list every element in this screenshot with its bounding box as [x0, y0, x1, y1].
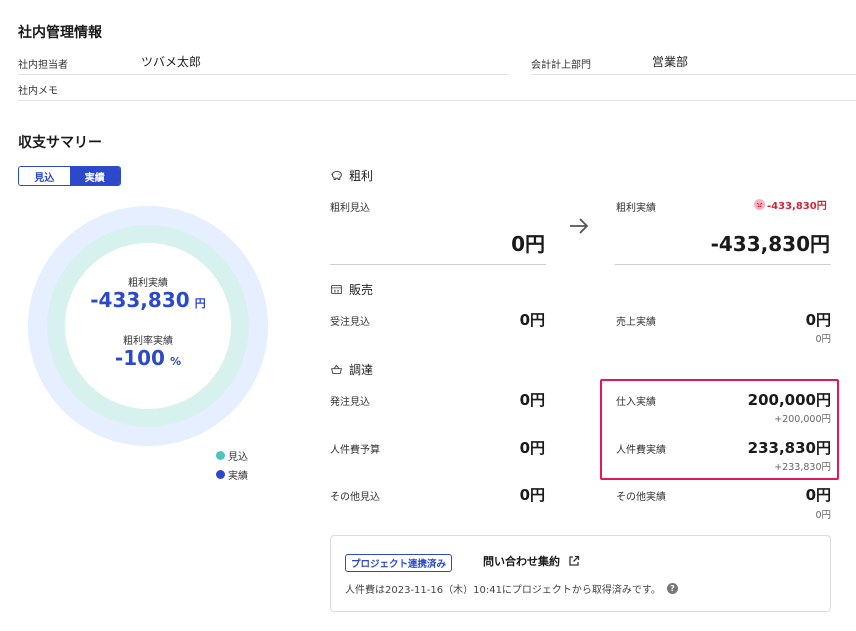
memo-divider	[18, 100, 856, 101]
alert-face-icon	[754, 199, 765, 210]
dept-label: 会計計上部門	[531, 60, 591, 71]
legend-forecast-swatch	[216, 451, 225, 460]
other-actual-value: 0円	[805, 486, 831, 504]
inquiry-aggregation-link[interactable]: 問い合わせ集約	[483, 553, 580, 569]
gross-section-heading: 粗利	[330, 167, 373, 184]
gross-alert-badge: -433,830円	[754, 197, 827, 212]
basket-icon	[331, 364, 342, 375]
external-link-icon	[569, 555, 580, 566]
summary-title: 収支サマリー	[18, 135, 102, 151]
memo-label: 社内メモ	[18, 86, 58, 97]
register-icon	[331, 284, 342, 295]
legend-actual-label: 実績	[228, 471, 248, 482]
gross-actual-label: 粗利実績	[616, 203, 656, 214]
sales-actual-diff: 0円	[815, 334, 831, 345]
dept-value[interactable]: 営業部	[652, 53, 688, 70]
purchase-actual-diff: +200,000円	[774, 414, 831, 425]
gross-profit-donut-chart	[28, 206, 268, 446]
toggle-actual-button[interactable]: 実績	[69, 167, 120, 185]
donut-profit-unit: 円	[194, 297, 206, 310]
gross-forecast-divider	[330, 264, 546, 265]
procurement-section-heading: 調達	[330, 361, 373, 378]
person-value[interactable]: ツバメ太郎	[141, 53, 201, 70]
help-icon[interactable]: ?	[666, 583, 678, 594]
order-forecast-label: 受注見込	[330, 317, 370, 328]
actual-ring	[28, 206, 268, 446]
legend-actual-swatch	[216, 470, 225, 479]
gross-alert-value: -433,830円	[767, 201, 827, 212]
sales-section-heading: 販売	[330, 281, 373, 298]
labor-budget-label: 人件費予算	[330, 445, 380, 456]
other-actual-label: その他実績	[616, 492, 666, 503]
project-linked-badge: プロジェクト連携済み	[345, 554, 453, 572]
gross-section-title: 粗利	[349, 169, 374, 183]
labor-actual-label: 人件費実績	[616, 445, 666, 456]
legend-forecast: 見込	[216, 448, 248, 463]
labor-fetch-note-text: 人件費は2023-11-16（木）10:41にプロジェクトから取得済みです。	[345, 585, 661, 596]
order-forecast-value: 0円	[519, 311, 545, 329]
sales-actual-label: 売上実績	[616, 317, 656, 328]
order-placed-forecast-label: 発注見込	[330, 397, 370, 408]
project-link-panel: プロジェクト連携済み 問い合わせ集約 人件費は2023-11-16（木）10:4…	[330, 535, 831, 612]
gross-actual-divider	[615, 264, 831, 265]
donut-rate-unit: %	[170, 355, 182, 368]
gross-actual-value: -433,830円	[710, 232, 830, 256]
person-divider	[18, 74, 508, 75]
donut-profit-label: 粗利実績	[128, 278, 168, 289]
order-placed-forecast-value: 0円	[519, 391, 545, 409]
forecast-actual-toggle: 見込 実績	[18, 166, 121, 186]
toggle-forecast-button[interactable]: 見込	[19, 167, 70, 185]
purchase-actual-value: 200,000円	[747, 391, 831, 409]
legend-forecast-label: 見込	[228, 452, 248, 463]
donut-rate-value: -100	[114, 346, 165, 370]
other-actual-diff: 0円	[815, 510, 831, 521]
gross-forecast-label: 粗利見込	[330, 203, 370, 214]
donut-rate-label: 粗利率実績	[123, 336, 173, 347]
piggy-bank-icon	[331, 170, 342, 181]
internal-info-title: 社内管理情報	[18, 25, 102, 41]
labor-actual-value: 233,830円	[747, 439, 831, 457]
sales-section-title: 販売	[349, 283, 374, 297]
sales-actual-value: 0円	[805, 311, 831, 329]
dept-divider	[531, 74, 856, 75]
legend-actual: 実績	[216, 467, 248, 482]
purchase-actual-label: 仕入実績	[616, 397, 656, 408]
procurement-section-title: 調達	[349, 363, 374, 377]
other-forecast-label: その他見込	[330, 492, 380, 503]
person-label: 社内担当者	[18, 60, 68, 71]
labor-budget-value: 0円	[519, 439, 545, 457]
forecast-ring	[47, 225, 249, 427]
donut-profit-value: -433,830	[90, 288, 190, 312]
other-forecast-value: 0円	[519, 486, 545, 504]
labor-fetch-note: 人件費は2023-11-16（木）10:41にプロジェクトから取得済みです。 ?	[345, 581, 678, 596]
arrow-right-icon	[570, 218, 589, 234]
gross-forecast-value: 0円	[511, 232, 545, 256]
inquiry-aggregation-label: 問い合わせ集約	[483, 555, 560, 568]
labor-actual-diff: +233,830円	[774, 462, 831, 473]
